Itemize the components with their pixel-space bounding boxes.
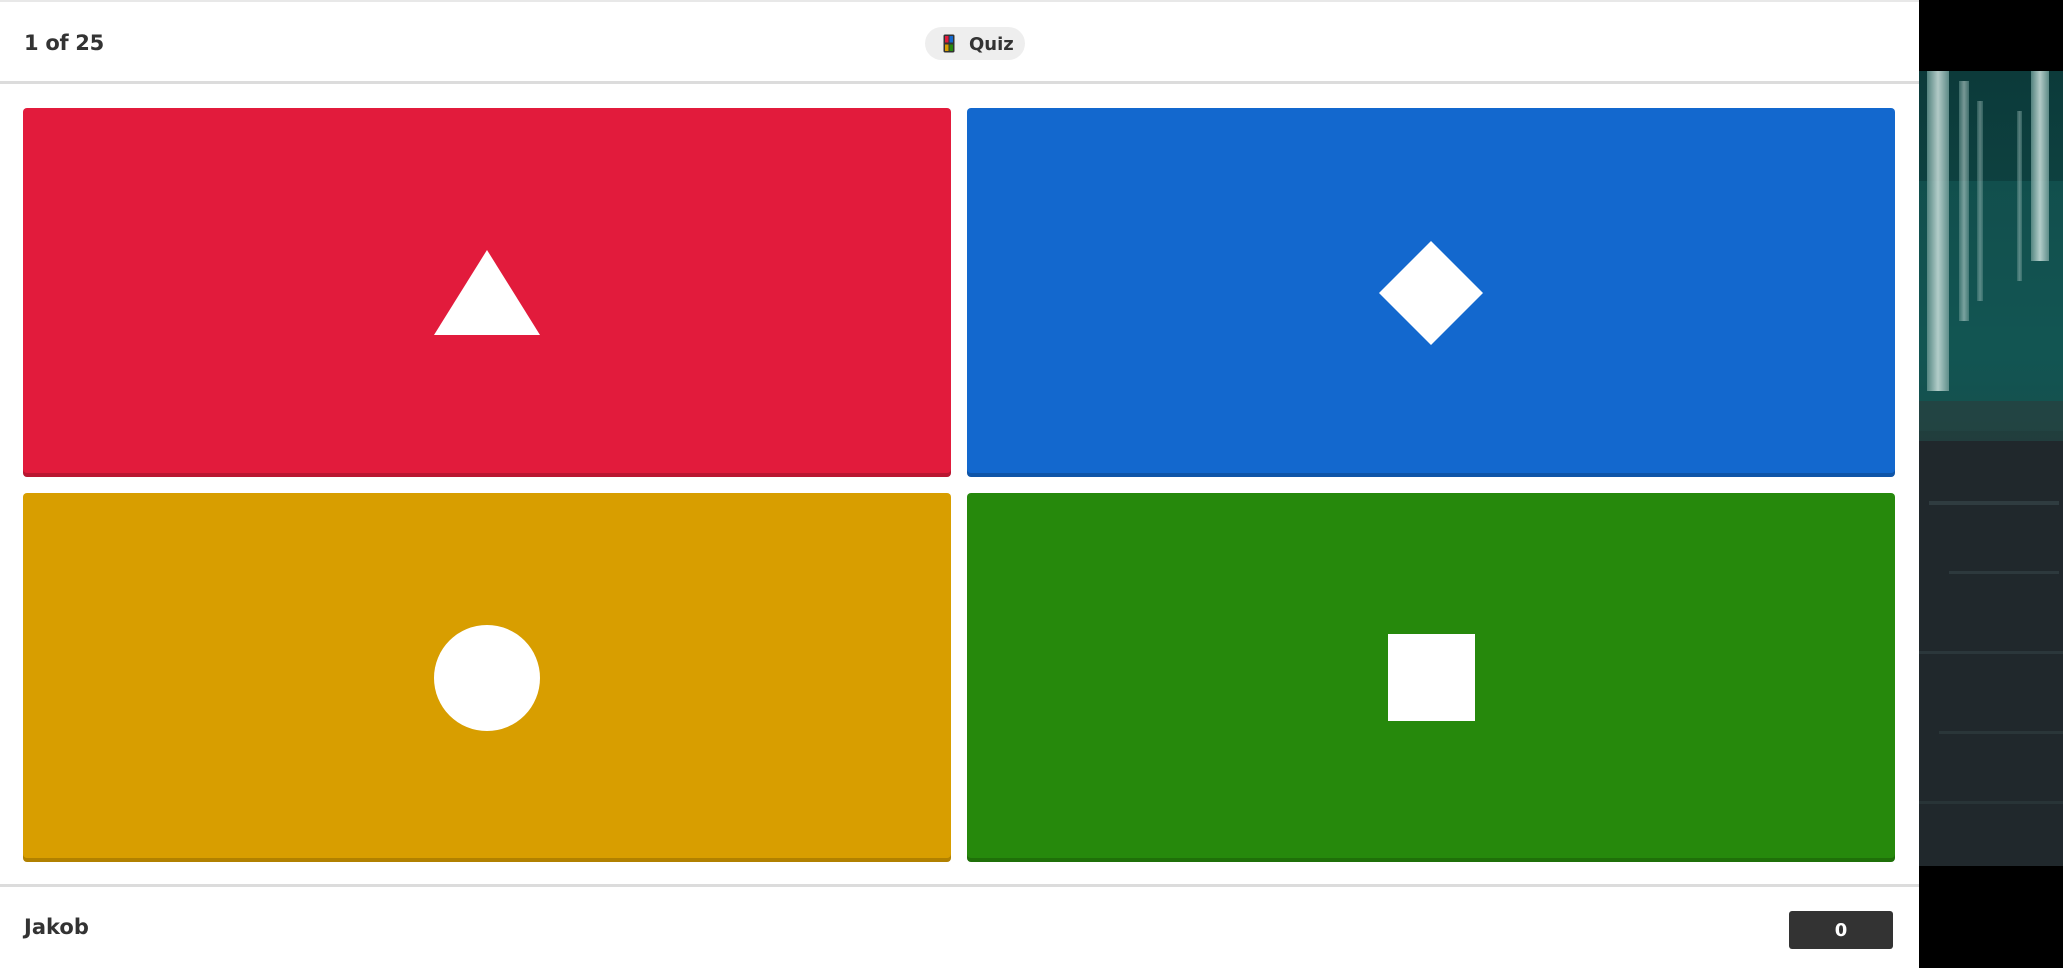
- square-icon: [1387, 634, 1475, 721]
- quiz-icon: [943, 34, 955, 53]
- answer-button-blue[interactable]: [967, 108, 1895, 477]
- answer-button-red[interactable]: [23, 108, 951, 477]
- score-display: 0: [1789, 911, 1893, 949]
- answer-button-green[interactable]: [967, 493, 1895, 862]
- forest-video-thumbnail: [1919, 71, 2063, 866]
- diamond-icon: [1379, 240, 1483, 345]
- bottom-bar: Jakob 0: [0, 884, 1919, 968]
- top-bar: 1 of 25 Quiz: [0, 0, 1919, 84]
- player-name: Jakob: [24, 915, 89, 939]
- question-counter: 1 of 25: [24, 31, 104, 55]
- quiz-type-badge: Quiz: [925, 27, 1025, 60]
- circle-icon: [434, 624, 540, 731]
- quiz-panel: 1 of 25 Quiz Jakob 0: [0, 0, 1919, 968]
- answer-button-yellow[interactable]: [23, 493, 951, 862]
- quiz-label: Quiz: [969, 34, 1014, 55]
- triangle-icon: [434, 250, 540, 335]
